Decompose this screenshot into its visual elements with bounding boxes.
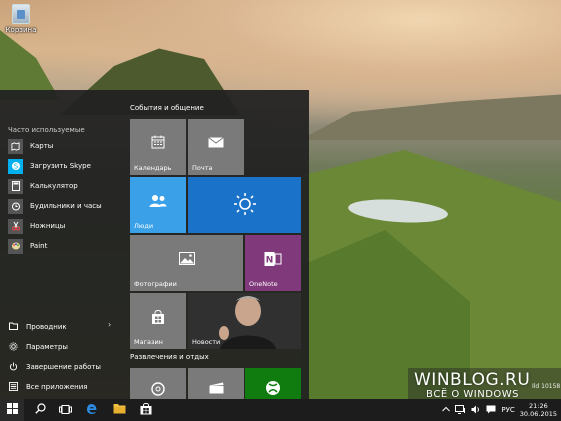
chevron-right-icon[interactable]: › xyxy=(108,320,111,329)
app-item-maps[interactable]: Карты xyxy=(8,138,53,154)
app-item-snipping-tool[interactable]: Ножницы xyxy=(8,218,65,234)
notifications-icon[interactable] xyxy=(486,405,496,416)
explorer-menu-item[interactable]: Проводник xyxy=(8,320,67,334)
recycle-bin-desktop-icon[interactable]: Корзина xyxy=(4,4,38,34)
people-icon xyxy=(130,194,186,210)
app-label: Загрузить Skype xyxy=(30,162,91,170)
app-item-alarms[interactable]: Будильники и часы xyxy=(8,198,102,214)
all-apps-icon xyxy=(8,381,18,393)
clapperboard-icon xyxy=(188,382,244,396)
chevron-up-icon[interactable] xyxy=(442,406,451,414)
tile-group-title-events: События и общение xyxy=(130,104,204,112)
folder-icon xyxy=(113,403,126,417)
tile-label-photos: Фотографии xyxy=(134,280,177,288)
tile-label-calendar: Календарь xyxy=(134,164,172,172)
alarm-clock-icon xyxy=(8,198,23,214)
svg-text:N: N xyxy=(266,256,274,266)
tile-group-title-entertainment: Развлечения и отдых xyxy=(130,353,209,361)
search-button[interactable] xyxy=(27,399,53,421)
tile-label-news: Новости xyxy=(192,338,221,346)
power-icon xyxy=(8,361,18,373)
recycle-bin-label: Корзина xyxy=(5,26,37,34)
tile-weather[interactable] xyxy=(188,177,301,233)
tile-news[interactable]: Новости xyxy=(188,293,301,349)
store-bag-icon xyxy=(140,402,152,418)
clock[interactable]: 21:26 30.06.2015 xyxy=(520,402,557,418)
tile-xbox[interactable] xyxy=(245,368,301,399)
tile-photos[interactable]: Фотографии xyxy=(130,235,243,291)
calendar-icon xyxy=(130,135,186,151)
map-icon xyxy=(8,138,23,154)
taskbar: РУС 21:26 30.06.2015 xyxy=(0,399,561,421)
network-icon[interactable] xyxy=(455,404,466,416)
windows-logo-icon xyxy=(6,403,18,417)
edge-browser-icon xyxy=(86,403,98,418)
disc-icon xyxy=(130,382,186,398)
skype-icon: S xyxy=(8,158,23,174)
onenote-icon: N xyxy=(245,251,301,269)
all-apps-label: Все приложения xyxy=(26,383,88,391)
clock-time: 21:26 xyxy=(529,402,548,410)
all-apps-menu-item[interactable]: Все приложения xyxy=(8,380,87,394)
clock-date: 30.06.2015 xyxy=(519,410,557,418)
tile-groove[interactable] xyxy=(130,368,186,399)
volume-icon[interactable] xyxy=(471,405,481,416)
tile-label-mail: Почта xyxy=(192,164,213,172)
build-number: Ild 10158 xyxy=(532,383,561,390)
explorer-label: Проводник xyxy=(26,323,67,331)
settings-label: Параметры xyxy=(26,343,68,351)
app-label: Калькулятор xyxy=(30,182,78,190)
start-menu: Часто используемые Карты S Загрузить Sky… xyxy=(0,90,309,399)
tile-people[interactable]: Люди xyxy=(130,177,186,233)
tile-label-store: Магазин xyxy=(134,338,163,346)
watermark-title: WINBLOG.RU xyxy=(414,370,531,390)
file-explorer-button[interactable] xyxy=(106,399,132,421)
app-item-paint[interactable]: Paint xyxy=(8,238,47,254)
svg-text:S: S xyxy=(13,163,18,171)
folder-icon xyxy=(8,322,18,332)
task-view-button[interactable] xyxy=(52,399,78,421)
store-button[interactable] xyxy=(133,399,159,421)
system-tray: РУС 21:26 30.06.2015 xyxy=(442,399,557,421)
settings-menu-item[interactable]: Параметры xyxy=(8,340,68,354)
tile-store[interactable]: Магазин xyxy=(130,293,186,349)
tile-label-onenote: OneNote xyxy=(249,280,278,288)
app-label: Будильники и часы xyxy=(30,202,102,210)
power-menu-item[interactable]: Завершение работы xyxy=(8,360,101,374)
mail-icon xyxy=(188,137,244,150)
tile-movies[interactable] xyxy=(188,368,244,399)
sun-icon xyxy=(188,192,301,218)
tile-calendar[interactable]: Календарь xyxy=(130,119,186,175)
app-label: Paint xyxy=(30,242,48,250)
gear-icon xyxy=(8,341,18,353)
app-label: Ножницы xyxy=(30,222,66,230)
task-view-icon xyxy=(58,404,72,417)
photo-icon xyxy=(130,252,243,267)
app-item-calculator[interactable]: Калькулятор xyxy=(8,178,78,194)
start-menu-left-pane: Часто используемые Карты S Загрузить Sky… xyxy=(0,90,122,399)
xbox-icon xyxy=(245,380,301,398)
language-indicator[interactable]: РУС xyxy=(501,406,514,414)
start-menu-tiles-pane: События и общение Календарь Почта Люди Ф… xyxy=(122,90,309,399)
scissors-icon xyxy=(8,218,23,234)
search-icon xyxy=(34,403,46,417)
start-button[interactable] xyxy=(0,399,24,421)
most-used-heading: Часто используемые xyxy=(8,126,85,134)
tile-label-people: Люди xyxy=(134,222,154,230)
app-item-skype[interactable]: S Загрузить Skype xyxy=(8,158,91,174)
calculator-icon xyxy=(8,178,23,194)
paint-icon xyxy=(8,238,23,254)
edge-browser-button[interactable] xyxy=(79,399,105,421)
power-label: Завершение работы xyxy=(26,363,101,371)
store-bag-icon xyxy=(130,310,186,327)
tile-onenote[interactable]: N OneNote xyxy=(245,235,301,291)
app-label: Карты xyxy=(30,142,54,150)
recycle-bin-icon xyxy=(12,4,30,24)
tile-mail[interactable]: Почта xyxy=(188,119,244,175)
